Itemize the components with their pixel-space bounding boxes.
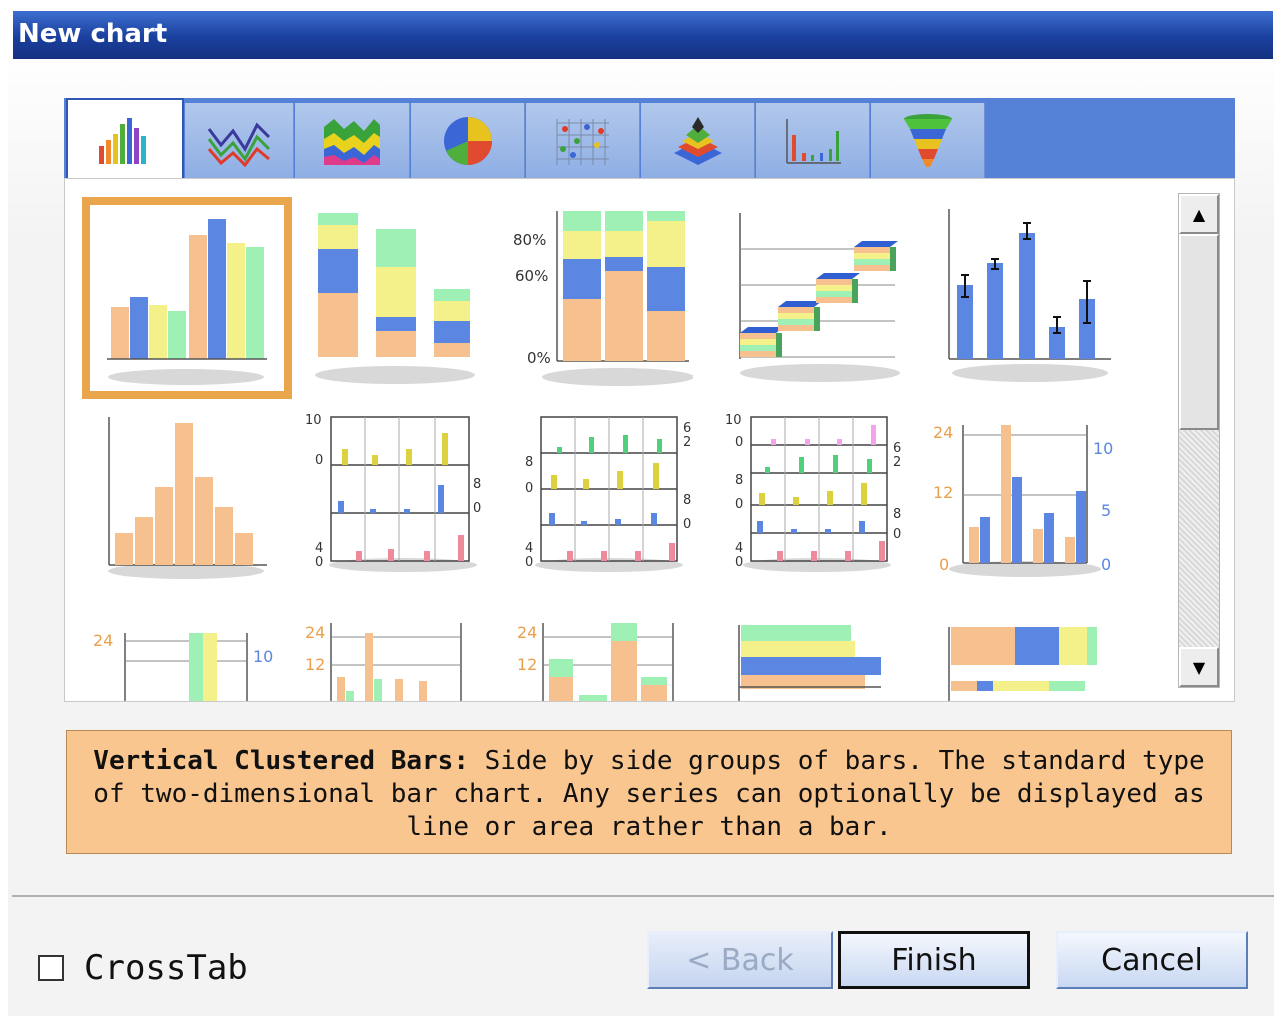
axis-label: 10: [253, 647, 274, 666]
axis-label: 0: [315, 555, 324, 570]
axis-label: 0: [939, 555, 950, 574]
axis-label: 8: [473, 477, 482, 492]
axis-label: 12: [517, 655, 538, 674]
crosstab-checkbox[interactable]: [38, 955, 64, 981]
thumbnail-error-bars[interactable]: [945, 205, 1115, 389]
axis-label: 12: [933, 483, 954, 502]
axis-label: 10: [305, 413, 322, 428]
description-title: Vertical Clustered Bars:: [93, 746, 469, 776]
thumbnail-horizontal-bars[interactable]: [731, 621, 891, 701]
axis-label: 0: [735, 555, 744, 570]
pie-chart-icon: [443, 116, 492, 165]
axis-label: 2: [893, 455, 902, 470]
line-chart-icon: [207, 121, 271, 167]
axis-label: 24: [933, 423, 954, 442]
thumbnail-panel-bars-2[interactable]: 6 2 8 0 8 0 4 0: [513, 413, 703, 583]
axis-label: 0: [525, 555, 534, 570]
thumbnail-3d-staircase-bars[interactable]: [730, 209, 905, 389]
axis-label-0: 0%: [527, 349, 551, 367]
tab-line-chart[interactable]: [185, 103, 294, 178]
axis-label: 24: [93, 631, 114, 650]
chart-subtype-gallery: 80% 60% 0% 10 0 8 0 4 0 6 2 8 0 8 0 4 0 …: [64, 178, 1235, 702]
axis-label: 6: [893, 441, 902, 456]
thumbnail-vertical-clustered-bars[interactable]: [101, 209, 271, 389]
axis-label: 12: [305, 655, 326, 674]
tab-stock-chart[interactable]: [756, 103, 870, 178]
thumbnail-panel-bars-3[interactable]: 10 0 6 2 8 0 8 0 4 0: [721, 413, 911, 583]
tab-funnel-chart[interactable]: [871, 103, 985, 178]
axis-label: 0: [683, 517, 692, 532]
tab-scatter-chart[interactable]: [526, 103, 640, 178]
thumbnail-panel-bars[interactable]: 10 0 8 0 4 0: [301, 413, 491, 583]
arrow-down-icon: ▼: [1192, 657, 1206, 677]
thumbnail-dual-axis-single[interactable]: 24 10: [89, 621, 289, 701]
axis-label: 8: [525, 455, 534, 470]
thumbnail-percent-stacked-bars[interactable]: 80% 60% 0%: [493, 201, 693, 391]
axis-label: 4: [525, 541, 534, 556]
tab-3d-chart[interactable]: [641, 103, 755, 178]
axis-label: 24: [517, 623, 538, 642]
thumbnail-dual-axis-bars[interactable]: 24 12 0 10 5 0: [927, 417, 1127, 587]
axis-label: 2: [683, 435, 692, 450]
thumbnail-histogram[interactable]: [101, 415, 271, 585]
crosstab-label: CrossTab: [84, 948, 248, 988]
axis-label: 0: [735, 497, 744, 512]
stock-chart-icon: [785, 118, 841, 164]
chart-type-description: Vertical Clustered Bars: Side by side gr…: [66, 730, 1232, 854]
axis-label: 4: [735, 541, 744, 556]
scroll-up-button[interactable]: ▲: [1179, 194, 1219, 234]
axis-label: 8: [893, 507, 902, 522]
axis-label: 10: [1093, 439, 1114, 458]
3d-chart-icon: [673, 116, 722, 165]
axis-label: 0: [735, 435, 744, 450]
scrollbar-thumb[interactable]: [1179, 234, 1219, 430]
window-title: New chart: [13, 11, 1273, 59]
gallery-scrollbar[interactable]: ▲ ▼: [1178, 193, 1220, 688]
arrow-up-icon: ▲: [1192, 204, 1206, 224]
thumbnail-grid-bars-2[interactable]: 24 12: [513, 621, 683, 701]
axis-label: 24: [305, 623, 326, 642]
crosstab-checkbox-group[interactable]: CrossTab: [38, 948, 248, 988]
bar-chart-icon: [99, 118, 146, 164]
thumbnail-grid-bars[interactable]: 24 12: [301, 621, 471, 701]
axis-label: 0: [473, 501, 482, 516]
axis-label: 4: [315, 541, 324, 556]
tab-pie-chart[interactable]: [411, 103, 525, 178]
axis-label: 8: [735, 473, 744, 488]
thumbnail-vertical-stacked-bars[interactable]: [310, 209, 480, 389]
cancel-button[interactable]: Cancel: [1056, 931, 1248, 989]
axis-label-80: 80%: [513, 231, 547, 249]
scroll-down-button[interactable]: ▼: [1179, 647, 1219, 687]
axis-label: 0: [1101, 555, 1112, 574]
scatter-chart-icon: [556, 118, 609, 165]
back-button[interactable]: < Back: [647, 931, 833, 989]
funnel-chart-icon: [903, 113, 952, 167]
thumbnail-horizontal-stacked-bars[interactable]: [945, 625, 1105, 702]
tab-bar-chart[interactable]: [66, 98, 184, 180]
finish-button[interactable]: Finish: [838, 931, 1030, 989]
axis-label: 0: [315, 453, 324, 468]
axis-label-60: 60%: [515, 267, 549, 285]
axis-label: 8: [683, 493, 692, 508]
axis-label: 6: [683, 421, 692, 436]
footer-divider: [12, 895, 1274, 897]
area-chart-icon: [324, 118, 380, 165]
axis-label: 10: [725, 413, 742, 428]
axis-label: 5: [1101, 501, 1112, 520]
tab-area-chart[interactable]: [295, 103, 410, 178]
axis-label: 0: [893, 527, 902, 542]
axis-label: 0: [525, 481, 534, 496]
